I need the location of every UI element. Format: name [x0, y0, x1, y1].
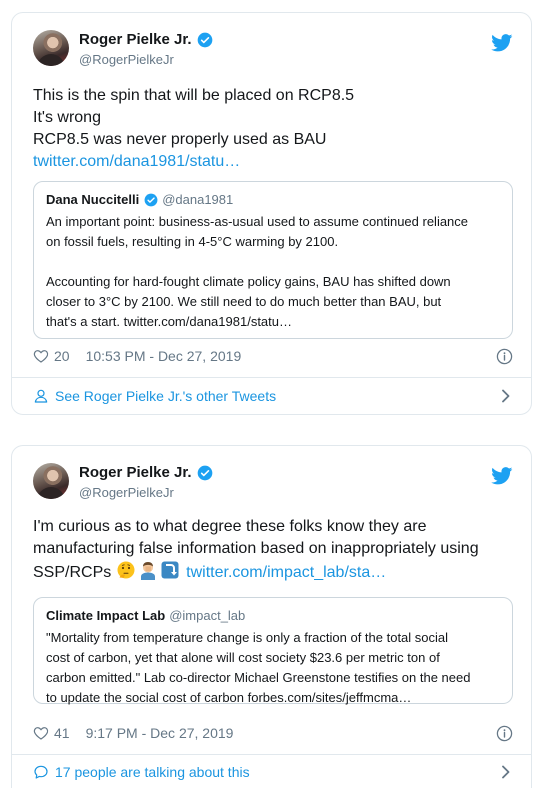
footer-label[interactable]: See Roger Pielke Jr.'s other Tweets — [55, 388, 276, 404]
right-arrow-curving-down-emoji — [161, 561, 179, 579]
timestamp[interactable]: 9:17 PM - Dec 27, 2019 — [86, 725, 234, 741]
conversation-link[interactable]: 17 people are talking about this — [33, 764, 513, 780]
timestamp[interactable]: 10:53 PM - Dec 27, 2019 — [86, 348, 242, 364]
author-name[interactable]: Roger Pielke Jr. — [79, 31, 192, 48]
quoted-text-line: cost of carbon, yet that alone will cost… — [46, 650, 440, 665]
tweet-text-line: It's wrong — [33, 109, 101, 126]
chevron-right-icon[interactable] — [501, 389, 511, 403]
see-other-tweets-link[interactable]: See Roger Pielke Jr.'s other Tweets — [33, 388, 513, 404]
info-icon[interactable] — [496, 725, 513, 742]
tweet-text: I'm curious as to what degree these folk… — [33, 516, 513, 584]
info-icon[interactable] — [496, 348, 513, 365]
tweet-text-line: I'm curious as to what degree these folk… — [33, 518, 427, 535]
heart-icon[interactable] — [33, 348, 49, 364]
quoted-text-line: closer to 3°C by 2100. We still need to … — [46, 294, 442, 309]
tweet-text-last-line: SSP/RCPs twitter.com/impact_lab/sta… — [33, 560, 513, 584]
footer-label[interactable]: 17 people are talking about this — [55, 764, 250, 780]
quoted-text-line: carbon emitted." Lab co-director Michael… — [46, 670, 471, 685]
divider — [12, 754, 531, 755]
quoted-text-line: An important point: business-as-usual us… — [46, 214, 469, 229]
quoted-text-line: "Mortality from temperature change is on… — [46, 630, 449, 645]
embedded-tweet-card: Roger Pielke Jr. @RogerPielkeJr This is … — [11, 12, 532, 415]
heart-icon[interactable] — [33, 725, 49, 741]
quoted-tweet-text: An important point: business-as-usual us… — [46, 212, 500, 332]
verified-badge-icon — [197, 465, 212, 480]
thinking-face-emoji — [117, 561, 135, 579]
avatar[interactable] — [33, 463, 69, 499]
speech-bubble-icon — [34, 765, 48, 779]
tweet-text-line: This is the spin that will be placed on … — [33, 87, 355, 104]
embedded-tweet-card: Roger Pielke Jr. @RogerPielkeJr I'm curi… — [11, 445, 532, 788]
quoted-tweet-text: "Mortality from temperature change is on… — [46, 628, 500, 708]
quoted-text-line: Accounting for hard-fought climate polic… — [46, 274, 451, 289]
man-facepalming-emoji — [140, 562, 155, 580]
like-count[interactable]: 41 — [54, 725, 70, 741]
author-handle[interactable]: @RogerPielkeJr — [79, 485, 174, 500]
author-handle[interactable]: @RogerPielkeJr — [79, 52, 174, 67]
quoted-author-name: Climate Impact Lab — [46, 608, 166, 623]
person-icon — [34, 389, 48, 403]
quoted-text-line: that's a start. twitter.com/dana1981/sta… — [46, 314, 292, 329]
quoted-tweet[interactable]: Dana Nuccitelli @dana1981 An important p… — [33, 181, 513, 339]
tweet-header: Roger Pielke Jr. @RogerPielkeJr — [33, 30, 513, 72]
tweet-meta: 41 9:17 PM - Dec 27, 2019 — [33, 725, 513, 742]
quoted-text-line: on fossil fuels, resulting in 4-5°C warm… — [46, 234, 339, 249]
quoted-author-handle: @dana1981 — [162, 192, 234, 207]
quoted-tweet[interactable]: Climate Impact Lab @impact_lab "Mortalit… — [33, 597, 513, 705]
tweet-meta: 20 10:53 PM - Dec 27, 2019 — [33, 348, 513, 365]
quoted-text-line: to update the social cost of carbon forb… — [46, 690, 412, 705]
quoted-author-name: Dana Nuccitelli — [46, 192, 140, 207]
like-count[interactable]: 20 — [54, 348, 70, 364]
tweet-text-segment: SSP/RCPs — [33, 564, 112, 581]
tweet-link[interactable]: twitter.com/dana1981/statu… — [33, 151, 513, 173]
twitter-bird-icon[interactable] — [491, 467, 513, 485]
tweet-link[interactable]: twitter.com/impact_lab/sta… — [186, 564, 386, 581]
verified-badge-icon — [144, 193, 158, 206]
tweet-text-line: manufacturing false information based on… — [33, 540, 479, 557]
divider — [12, 377, 531, 378]
tweet-text-line: RCP8.5 was never properly used as BAU — [33, 131, 327, 148]
author-name[interactable]: Roger Pielke Jr. — [79, 464, 192, 481]
tweet-header: Roger Pielke Jr. @RogerPielkeJr — [33, 463, 513, 505]
chevron-right-icon[interactable] — [501, 765, 511, 779]
quoted-author-handle: @impact_lab — [169, 608, 246, 623]
tweet-text: This is the spin that will be placed on … — [33, 85, 513, 173]
avatar[interactable] — [33, 30, 69, 66]
twitter-bird-icon[interactable] — [491, 34, 513, 52]
verified-badge-icon — [197, 32, 212, 47]
